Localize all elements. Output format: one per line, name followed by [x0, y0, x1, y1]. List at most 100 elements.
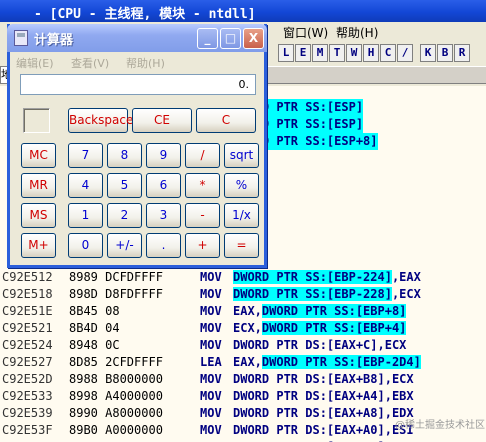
key-multiply[interactable]: *: [185, 173, 220, 198]
debugger-titlebar: - [CPU - 主线程, 模块 - ntdll]: [0, 0, 486, 22]
operand-register: ,ECX: [391, 287, 421, 301]
toolbar-button-slash[interactable]: /: [397, 44, 413, 62]
row-operands: DWORD PTR DS:[EAX+A8],EDX: [233, 406, 414, 420]
row-bytes: 8B4D 04: [69, 321, 120, 335]
row-address: C92E512: [2, 270, 53, 284]
row-mnemonic: MOV: [200, 423, 222, 437]
toolbar-button-b[interactable]: B: [437, 44, 453, 62]
close-button[interactable]: X: [243, 28, 264, 49]
key-0[interactable]: 0: [68, 233, 103, 258]
key-7[interactable]: 7: [68, 143, 103, 168]
row-address: C92E539: [2, 406, 53, 420]
row-bytes: 898D D8FDFFFF: [69, 287, 163, 301]
toolbar-button-m[interactable]: M: [312, 44, 328, 62]
row-operands: EAX,DWORD PTR SS:[EBP+8]: [233, 303, 407, 320]
key-1[interactable]: 1: [68, 203, 103, 228]
row-mnemonic: MOV: [200, 372, 222, 386]
mc-button[interactable]: MC: [21, 143, 56, 168]
calculator-display: 0.: [20, 74, 256, 95]
disasm-row[interactable]: C92E52D 8988 B8000000 MOV DWORD PTR DS:[EAX…: [0, 371, 486, 388]
watermark: @稀土掘金技术社区: [395, 420, 485, 431]
key-8[interactable]: 8: [107, 143, 142, 168]
key-3[interactable]: 3: [146, 203, 181, 228]
disasm-row[interactable]: C92E512 8989 DCFDFFFF MOV DWORD PTR SS:[EBP…: [0, 269, 486, 286]
calculator-icon: [14, 30, 28, 46]
toolbar-button-l[interactable]: L: [278, 44, 294, 62]
m-plus-button[interactable]: M+: [21, 233, 56, 258]
operand-register: ECX,: [233, 321, 262, 335]
row-bytes: 8990 A8000000: [69, 406, 163, 420]
key-4[interactable]: 4: [68, 173, 103, 198]
calculator-window: 计算器 _ □ X 编辑(E) 查看(V) 帮助(H) 0. Backspace…: [7, 24, 267, 268]
row-bytes: 89B0 A0000000: [69, 423, 163, 437]
disasm-row[interactable]: C92E51E 8B45 08 MOV EAX,DWORD PTR SS:[EBP+8…: [0, 303, 486, 320]
row-bytes: 8948 0C: [69, 338, 120, 352]
disasm-row[interactable]: C92E521 8B4D 04 MOV ECX,DWORD PTR SS:[EBP+4…: [0, 320, 486, 337]
disasm-row[interactable]: C92E533 8998 A4000000 MOV DWORD PTR DS:[EAX…: [0, 388, 486, 405]
key-negate[interactable]: +/-: [107, 233, 142, 258]
disasm-row[interactable]: C92E524 8948 0C MOV DWORD PTR DS:[EAX+C],EC…: [0, 337, 486, 354]
key-6[interactable]: 6: [146, 173, 181, 198]
toolbar-button-w[interactable]: W: [346, 44, 362, 62]
row-address: C92E53F: [2, 423, 53, 437]
calculator-menubar: 编辑(E) 查看(V) 帮助(H): [10, 52, 264, 72]
key-2[interactable]: 2: [107, 203, 142, 228]
menu-edit[interactable]: 编辑(E): [16, 55, 54, 71]
row-bytes: 8988 B8000000: [69, 372, 163, 386]
key-percent[interactable]: %: [224, 173, 259, 198]
row-mnemonic: LEA: [200, 355, 222, 369]
calculator-title: 计算器: [34, 33, 74, 48]
maximize-button[interactable]: □: [220, 28, 241, 49]
toolbar-button-e[interactable]: E: [295, 44, 311, 62]
row-operands: EAX,DWORD PTR SS:[EBP-2D4]: [233, 354, 421, 371]
key-subtract[interactable]: -: [185, 203, 220, 228]
key-reciprocal[interactable]: 1/x: [224, 203, 259, 228]
row-operands: DWORD PTR SS:[EBP-228],ECX: [233, 286, 421, 303]
operand-memory: DWORD PTR SS:[EBP-2D4]: [261, 355, 421, 369]
row-address: C92E527: [2, 355, 53, 369]
key-decimal[interactable]: .: [146, 233, 181, 258]
toolbar-button-h[interactable]: H: [363, 44, 379, 62]
key-9[interactable]: 9: [146, 143, 181, 168]
disasm-row[interactable]: C92E527 8D85 2CFDFFFF LEA EAX,DWORD PTR SS:…: [0, 354, 486, 371]
row-operands: ECX,DWORD PTR SS:[EBP+4]: [233, 320, 407, 337]
row-operands: DWORD PTR DS:[EAX+A4],EBX: [233, 389, 414, 403]
toolbar-button-c[interactable]: C: [380, 44, 396, 62]
row-operands: DWORD PTR DS:[EAX+A0],ESI: [233, 423, 414, 437]
toolbar-button-r[interactable]: R: [454, 44, 470, 62]
row-mnemonic: MOV: [200, 270, 222, 284]
calculator-titlebar[interactable]: 计算器 _ □ X: [7, 24, 267, 52]
menu-view[interactable]: 查看(V): [71, 55, 109, 71]
row-address: C92E518: [2, 287, 53, 301]
row-address: C92E52D: [2, 372, 53, 386]
row-bytes: 8998 A4000000: [69, 389, 163, 403]
menu-window[interactable]: 窗口(W): [283, 24, 328, 41]
operand-register: EAX,: [233, 355, 262, 369]
ms-button[interactable]: MS: [21, 203, 56, 228]
toolbar-button-t[interactable]: T: [329, 44, 345, 62]
operand-register: EAX,: [233, 304, 262, 318]
row-address: C92E524: [2, 338, 53, 352]
toolbar-button-k[interactable]: K: [420, 44, 436, 62]
row-mnemonic: MOV: [200, 389, 222, 403]
key-sqrt[interactable]: sqrt: [224, 143, 259, 168]
backspace-button[interactable]: Backspace: [68, 108, 133, 133]
ce-button[interactable]: CE: [132, 108, 192, 133]
operand-memory: DWORD PTR SS:[EBP-224]: [233, 270, 392, 284]
row-bytes: 8D85 2CFDFFFF: [69, 355, 163, 369]
disasm-row[interactable]: C92E518 898D D8FDFFFF MOV DWORD PTR SS:[EBP…: [0, 286, 486, 303]
row-mnemonic: MOV: [200, 406, 222, 420]
row-mnemonic: MOV: [200, 304, 222, 318]
row-mnemonic: MOV: [200, 287, 222, 301]
operand-memory: DWORD PTR SS:[EBP+4]: [261, 321, 407, 335]
key-5[interactable]: 5: [107, 173, 142, 198]
menu-help[interactable]: 帮助(H): [336, 24, 378, 41]
key-add[interactable]: +: [185, 233, 220, 258]
key-divide[interactable]: /: [185, 143, 220, 168]
minimize-button[interactable]: _: [197, 28, 218, 49]
mr-button[interactable]: MR: [21, 173, 56, 198]
menu-help-calc[interactable]: 帮助(H): [126, 55, 165, 71]
c-button[interactable]: C: [196, 108, 256, 133]
key-equals[interactable]: =: [224, 233, 259, 258]
operand-register: ,EAX: [391, 270, 421, 284]
